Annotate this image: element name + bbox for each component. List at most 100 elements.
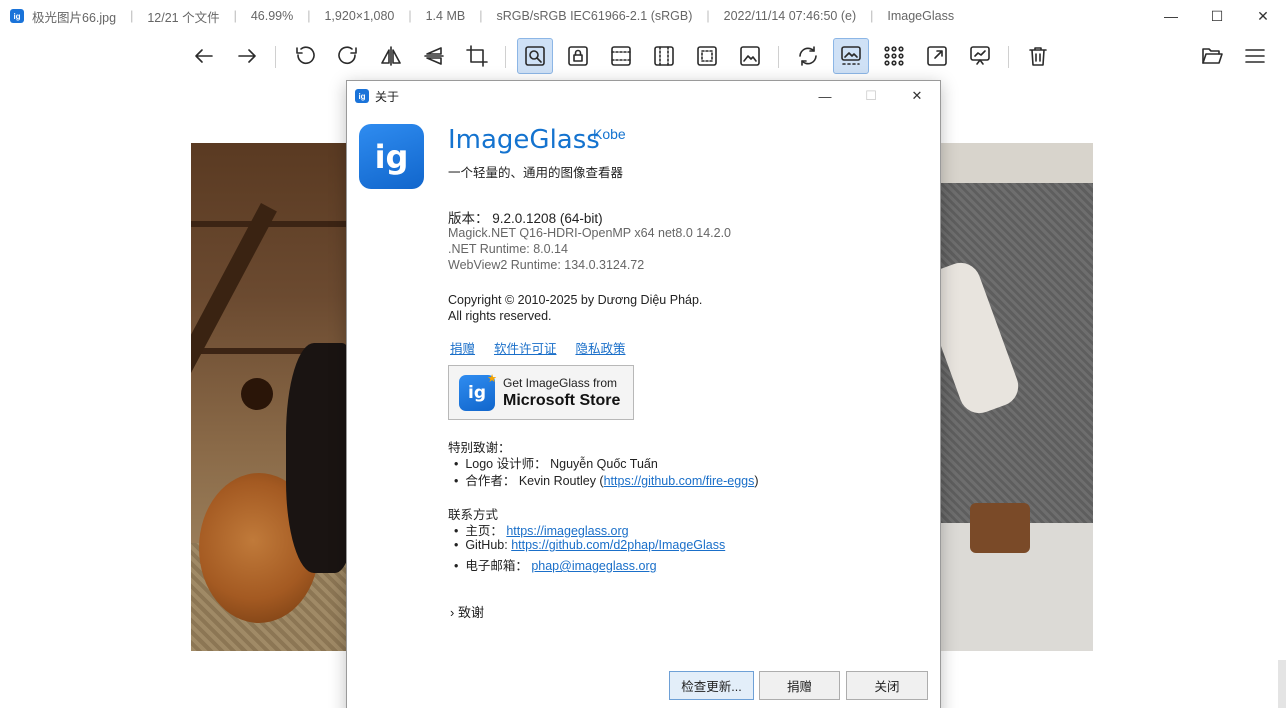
delete-button[interactable]	[1020, 38, 1056, 74]
credits-toggle[interactable]: › 致谢	[450, 602, 484, 621]
scale-to-fill-button[interactable]	[732, 38, 768, 74]
version-label: 版本：	[448, 211, 489, 226]
forward-button[interactable]	[229, 38, 265, 74]
dotnet-version: .NET Runtime: 8.0.14	[448, 242, 568, 256]
donate-link[interactable]: 捐赠	[450, 342, 475, 356]
file-datetime: 2022/11/14 07:46:50 (e)	[723, 9, 857, 23]
github-label: GitHub:	[465, 538, 508, 552]
scale-fill-icon	[740, 46, 760, 66]
flip-horizontal-button[interactable]	[373, 38, 409, 74]
imageglass-app-icon: ig	[10, 9, 24, 23]
refresh-icon	[799, 46, 817, 66]
flip-vertical-icon	[424, 47, 444, 65]
image-dimensions: 1,920×1,080	[324, 9, 395, 23]
about-dialog: ig 关于 — ☐ ✕ ig ImageGlass Kobe 一个轻量的、通用的…	[346, 80, 941, 708]
rotate-left-icon	[296, 46, 315, 65]
credits-toggle-label: 致谢	[457, 605, 484, 620]
star-icon: ★	[487, 371, 497, 385]
links-row: 捐赠 软件许可证 隐私政策	[450, 338, 625, 357]
open-file-button[interactable]	[1194, 38, 1230, 74]
thumbnail-grid-button[interactable]	[876, 38, 912, 74]
license-link[interactable]: 软件许可证	[494, 342, 557, 356]
app-tagline: 一个轻量的、通用的图像查看器	[448, 166, 624, 180]
window-minimize-button[interactable]: —	[1148, 0, 1194, 32]
auto-zoom-button[interactable]	[517, 38, 553, 74]
chevron-right-icon: ›	[450, 605, 455, 620]
app-title: ImageGlass	[887, 9, 955, 23]
scale-width-icon	[611, 46, 631, 66]
file-size: 1.4 MB	[425, 9, 466, 23]
color-space: sRGB/sRGB IEC61966-2.1 (sRGB)	[496, 9, 693, 23]
close-button[interactable]: 关闭	[846, 671, 928, 700]
file-index: 12/21 个文件	[147, 10, 220, 25]
gallery-button[interactable]	[833, 38, 869, 74]
email-link[interactable]: phap@imageglass.org	[531, 559, 656, 573]
scale-fit-icon	[697, 46, 717, 66]
zoom-level: 46.99%	[250, 9, 294, 23]
slideshow-button[interactable]	[962, 38, 998, 74]
dialog-minimize-button[interactable]: —	[802, 81, 848, 111]
photo-right-region	[916, 143, 1093, 651]
rotate-right-icon	[338, 46, 357, 65]
crop-button[interactable]	[459, 38, 495, 74]
check-update-button[interactable]: 检查更新...	[669, 671, 754, 700]
logo-designer-label: Logo 设计师：	[465, 457, 547, 471]
slideshow-icon	[970, 46, 990, 65]
email-label: 电子邮箱：	[465, 559, 528, 573]
fullscreen-button[interactable]	[919, 38, 955, 74]
window-maximize-button[interactable]: ☐	[1194, 0, 1240, 32]
rights-text: All rights reserved.	[448, 309, 552, 323]
lock-icon	[568, 46, 588, 66]
dialog-close-button[interactable]: ✕	[894, 81, 940, 111]
flip-vertical-button[interactable]	[416, 38, 452, 74]
window-close-button[interactable]: ✕	[1240, 0, 1286, 32]
photo-left-region	[191, 143, 356, 651]
app-name: ImageGlass	[448, 125, 600, 155]
version-value: 9.2.0.1208 (64-bit)	[492, 211, 603, 226]
imageglass-logo: ig	[359, 124, 424, 189]
logo-designer-name: Nguyễn Quốc Tuấn	[550, 457, 658, 471]
dialog-title: 关于	[375, 89, 400, 104]
list-item: • 合作者： Kevin Routley (https://github.com…	[454, 474, 759, 488]
grid-icon	[884, 46, 904, 66]
dialog-maximize-button: ☐	[865, 88, 877, 103]
copyright-text: Copyright © 2010-2025 by Dương Diệu Pháp…	[448, 293, 703, 307]
back-button[interactable]	[186, 38, 222, 74]
magick-version: Magick.NET Q16-HDRI-OpenMP x64 net8.0 14…	[448, 226, 732, 240]
collaborator-name: Kevin Routley (	[518, 474, 604, 488]
privacy-link[interactable]: 隐私政策	[575, 342, 625, 356]
expand-icon	[927, 46, 947, 66]
main-toolbar	[0, 36, 1286, 76]
file-name: 极光图片66.jpg	[32, 10, 117, 25]
list-item: • 电子邮箱： phap@imageglass.org	[454, 559, 657, 573]
refresh-button[interactable]	[790, 38, 826, 74]
folder-open-icon	[1202, 48, 1223, 64]
hamburger-menu-icon	[1245, 49, 1265, 63]
gallery-icon	[841, 46, 861, 65]
scale-to-width-button[interactable]	[603, 38, 639, 74]
version-info: 版本： 9.2.0.1208 (64-bit)	[448, 207, 603, 227]
trash-icon	[1029, 47, 1047, 66]
main-menu-button[interactable]	[1237, 38, 1273, 74]
collaborator-label: 合作者：	[465, 474, 516, 488]
github-link[interactable]: https://github.com/d2phap/ImageGlass	[511, 538, 725, 552]
homepage-link[interactable]: https://imageglass.org	[506, 524, 628, 538]
list-item: • GitHub: https://github.com/d2phap/Imag…	[454, 538, 726, 552]
scrollbar[interactable]	[1278, 660, 1286, 708]
imageglass-app-icon: ig	[355, 89, 369, 103]
dialog-titlebar: ig 关于 — ☐ ✕	[347, 81, 940, 111]
microsoft-store-badge[interactable]: ig ★ Get ImageGlass from Microsoft Store	[448, 365, 634, 420]
rotate-left-button[interactable]	[287, 38, 323, 74]
flip-horizontal-icon	[381, 46, 401, 66]
arrow-right-icon	[238, 49, 256, 63]
webview-version: WebView2 Runtime: 134.0.3124.72	[448, 258, 645, 272]
rotate-right-button[interactable]	[330, 38, 366, 74]
donate-button[interactable]: 捐赠	[759, 671, 840, 700]
scale-to-fit-button[interactable]	[689, 38, 725, 74]
app-edition: Kobe	[593, 126, 626, 142]
scale-to-height-button[interactable]	[646, 38, 682, 74]
scale-height-icon	[654, 46, 674, 66]
window-titlebar: ig 极光图片66.jpg | 12/21 个文件 | 46.99% | 1,9…	[0, 0, 1286, 32]
collaborator-link[interactable]: https://github.com/fire-eggs	[604, 474, 755, 488]
lock-zoom-button[interactable]	[560, 38, 596, 74]
